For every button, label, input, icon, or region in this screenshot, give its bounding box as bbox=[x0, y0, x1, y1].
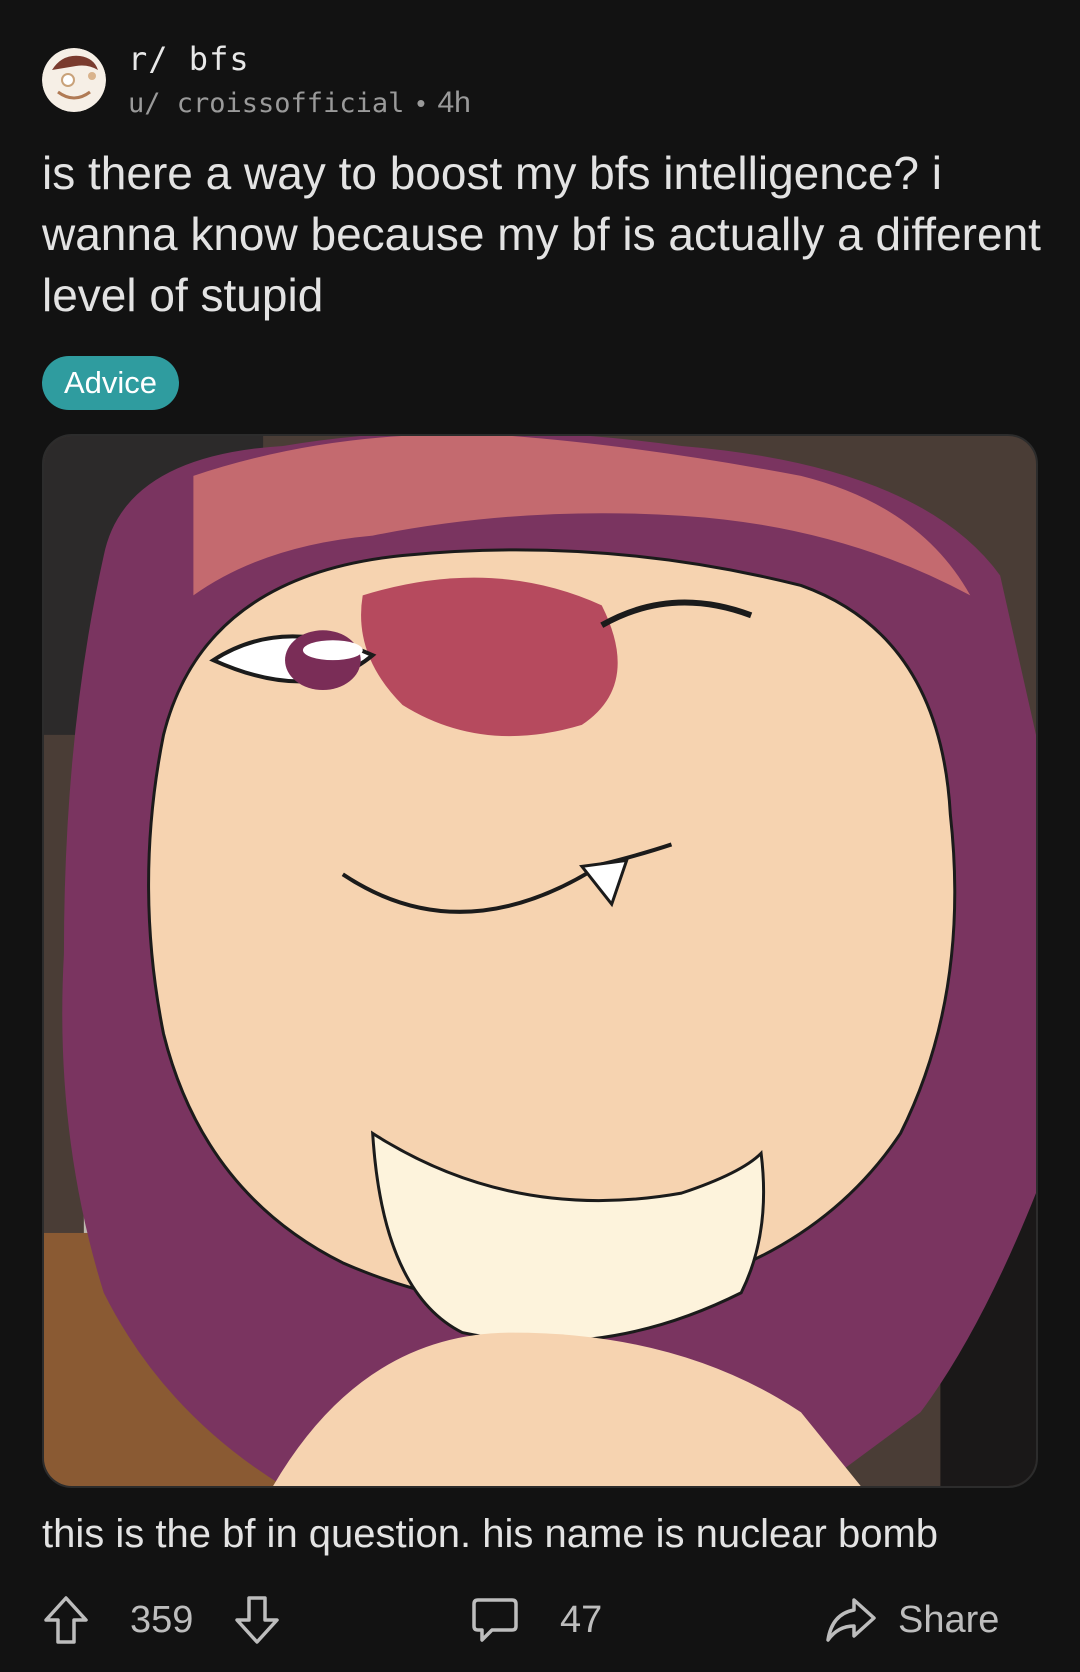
subreddit-name[interactable]: r/ bfs bbox=[128, 40, 471, 78]
post-caption: this is the bf in question. his name is … bbox=[42, 1512, 939, 1556]
post-meta: r/ bfs u/ croissofficial • 4h bbox=[128, 40, 471, 120]
post-title[interactable]: is there a way to boost my bfs intellige… bbox=[42, 143, 1042, 326]
downvote-button[interactable] bbox=[233, 1594, 281, 1646]
post-card: r/ bfs u/ croissofficial • 4h is there a… bbox=[0, 0, 1080, 1672]
post-image[interactable] bbox=[42, 434, 1038, 1488]
upvote-button[interactable] bbox=[42, 1594, 90, 1646]
upvote-group: 359 bbox=[42, 1585, 281, 1655]
vote-count: 359 bbox=[130, 1598, 194, 1641]
share-button[interactable]: Share bbox=[824, 1585, 999, 1655]
arrow-down-icon bbox=[235, 1596, 280, 1644]
comment-count: 47 bbox=[560, 1598, 603, 1641]
post-time: 4h bbox=[437, 86, 471, 119]
author-line: u/ croissofficial • 4h bbox=[128, 86, 471, 120]
subreddit-avatar[interactable] bbox=[42, 48, 106, 112]
post-actions: 359 47 Share bbox=[42, 1585, 1042, 1655]
share-arrow-icon bbox=[824, 1594, 878, 1646]
post-header: r/ bfs u/ croissofficial • 4h bbox=[42, 40, 471, 120]
share-label: Share bbox=[898, 1598, 1000, 1641]
comment-icon bbox=[470, 1594, 520, 1646]
meta-separator: • bbox=[416, 87, 426, 118]
comments-button[interactable]: 47 bbox=[470, 1585, 602, 1655]
arrow-up-icon bbox=[44, 1596, 88, 1644]
post-flair[interactable]: Advice bbox=[42, 356, 180, 410]
author-username[interactable]: u/ croissofficial bbox=[128, 88, 404, 119]
